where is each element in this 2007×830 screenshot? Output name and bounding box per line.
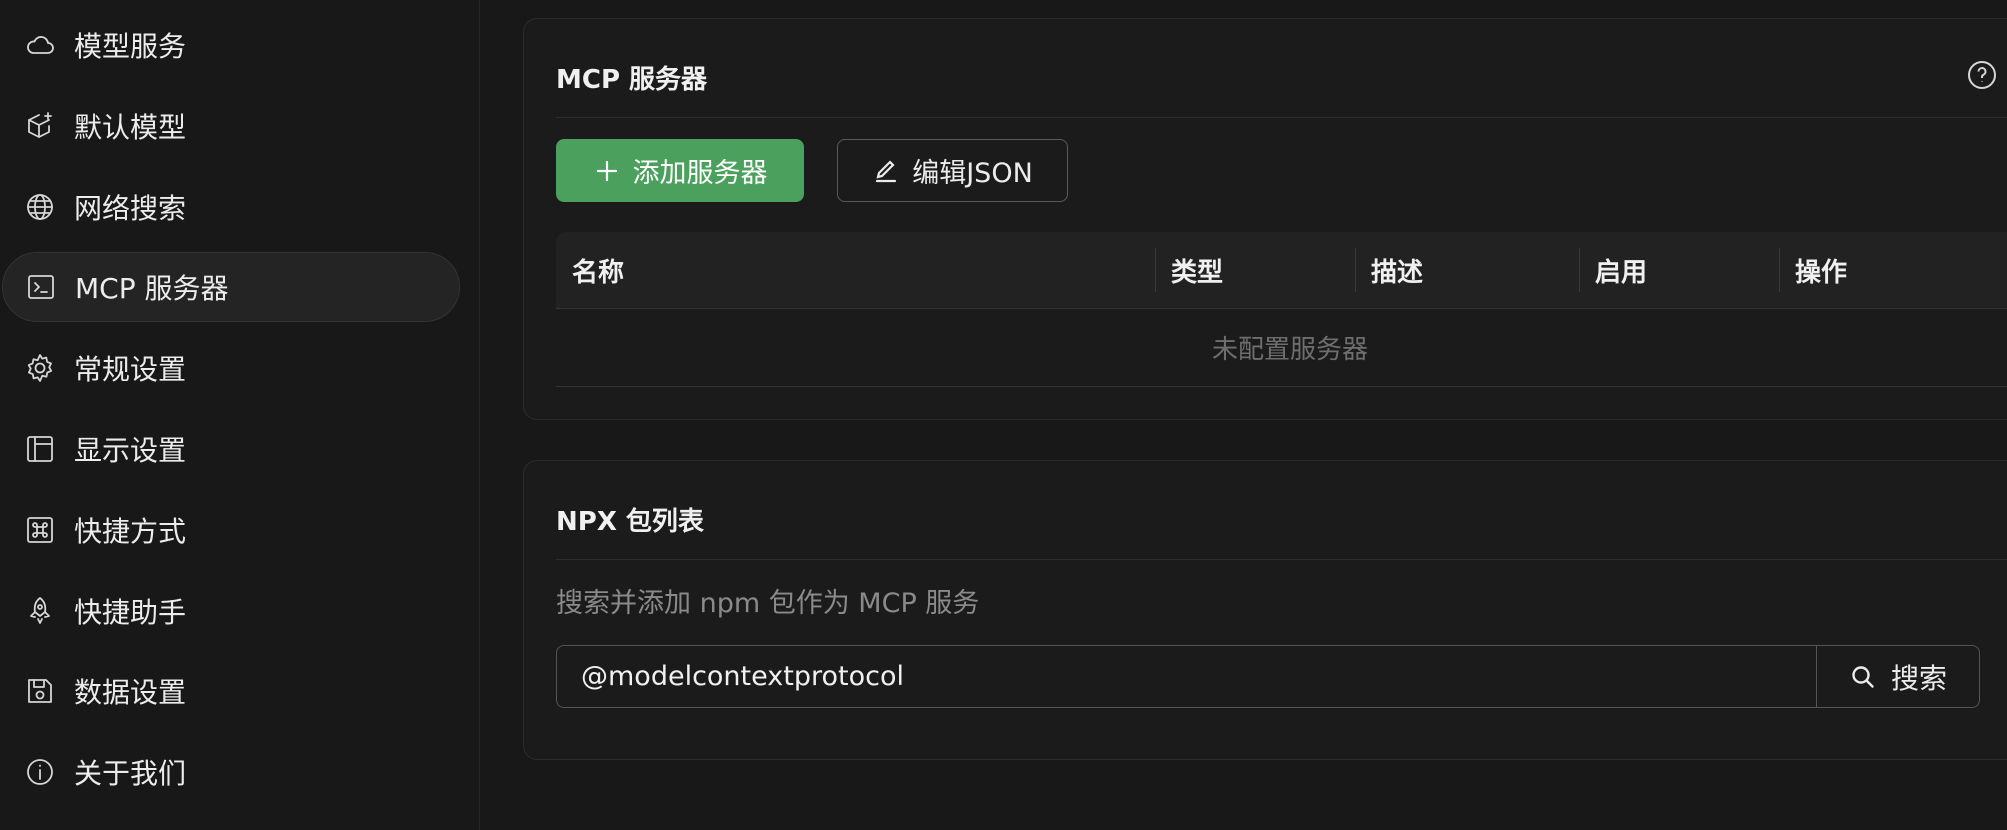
- column-separator: [1355, 248, 1356, 292]
- sidebar-item-label: 网络搜索: [74, 192, 187, 225]
- sidebar-item-display-settings[interactable]: 显示设置: [2, 414, 460, 484]
- search-button-label: 搜索: [1890, 661, 1947, 695]
- sidebar-item-label: 数据设置: [74, 676, 187, 709]
- search-icon: [1852, 665, 1874, 688]
- column-header-description: 描述: [1371, 257, 1424, 288]
- npx-package-card: NPX 包列表 搜索并添加 npm 包作为 MCP 服务 搜索: [523, 460, 2007, 760]
- sidebar-item-general-settings[interactable]: 常规设置: [2, 333, 460, 403]
- sidebar-item-model-service[interactable]: 模型服务: [2, 10, 460, 80]
- layout-icon: [22, 431, 58, 467]
- main-content: MCP 服务器 添加服务器 编辑JSON 名称 类型 描述 启用 操作 未配置服…: [480, 0, 2007, 830]
- mcp-server-card: MCP 服务器 添加服务器 编辑JSON 名称 类型 描述 启用 操作 未配置服…: [523, 18, 2007, 420]
- edit-json-button[interactable]: 编辑JSON: [837, 139, 1068, 202]
- empty-state: 未配置服务器: [556, 309, 2007, 387]
- sidebar-item-shortcuts[interactable]: 快捷方式: [2, 495, 460, 565]
- package-search: 搜索: [556, 645, 1980, 708]
- column-separator: [1579, 248, 1580, 292]
- card-title: NPX 包列表: [556, 507, 704, 537]
- search-button[interactable]: 搜索: [1816, 646, 1979, 707]
- divider: [556, 559, 2007, 560]
- cube-sparkle-icon: [22, 108, 58, 144]
- sidebar-item-label: 模型服务: [74, 30, 187, 63]
- npx-description: 搜索并添加 npm 包作为 MCP 服务: [556, 588, 980, 619]
- column-header-name: 名称: [572, 257, 625, 288]
- table-header: 名称 类型 描述 启用 操作: [556, 232, 2007, 309]
- add-server-button[interactable]: 添加服务器: [556, 139, 804, 202]
- sidebar-item-label: 显示设置: [74, 434, 187, 467]
- server-table: 名称 类型 描述 启用 操作 未配置服务器: [556, 232, 2007, 387]
- edit-json-label: 编辑JSON: [912, 158, 1033, 189]
- sidebar-item-default-model[interactable]: 默认模型: [2, 91, 460, 161]
- card-title: MCP 服务器: [556, 65, 708, 95]
- column-header-type: 类型: [1171, 257, 1224, 288]
- divider: [556, 117, 2007, 118]
- sidebar-item-about[interactable]: 关于我们: [2, 737, 460, 807]
- column-header-enabled: 启用: [1595, 257, 1648, 288]
- column-separator: [1779, 248, 1780, 292]
- plus-icon: [596, 160, 617, 181]
- save-icon: [22, 673, 58, 709]
- package-search-input[interactable]: [557, 646, 1816, 707]
- globe-icon: [22, 189, 58, 225]
- help-icon[interactable]: [1966, 59, 1998, 91]
- sidebar: 模型服务 默认模型 网络搜索 MCP 服务器 常规设置 显示设置 快捷方式 快捷…: [0, 0, 480, 830]
- sidebar-item-quick-assistant[interactable]: 快捷助手: [2, 576, 460, 646]
- sidebar-item-label: 快捷助手: [74, 596, 187, 629]
- sidebar-item-label: 默认模型: [74, 111, 187, 144]
- gear-icon: [22, 350, 58, 386]
- pencil-icon: [876, 159, 897, 182]
- sidebar-item-mcp-server[interactable]: MCP 服务器: [2, 252, 460, 322]
- terminal-icon: [23, 269, 59, 305]
- column-separator: [1155, 248, 1156, 292]
- rocket-icon: [22, 593, 58, 629]
- sidebar-item-label: MCP 服务器: [75, 272, 229, 305]
- sidebar-item-label: 快捷方式: [74, 515, 187, 548]
- sidebar-item-web-search[interactable]: 网络搜索: [2, 172, 460, 242]
- cloud-icon: [22, 27, 58, 63]
- sidebar-item-label: 常规设置: [74, 353, 187, 386]
- column-header-actions: 操作: [1795, 257, 1848, 288]
- sidebar-item-label: 关于我们: [74, 757, 187, 790]
- add-server-label: 添加服务器: [632, 158, 768, 189]
- sidebar-item-data-settings[interactable]: 数据设置: [2, 656, 460, 726]
- info-icon: [22, 754, 58, 790]
- command-icon: [22, 512, 58, 548]
